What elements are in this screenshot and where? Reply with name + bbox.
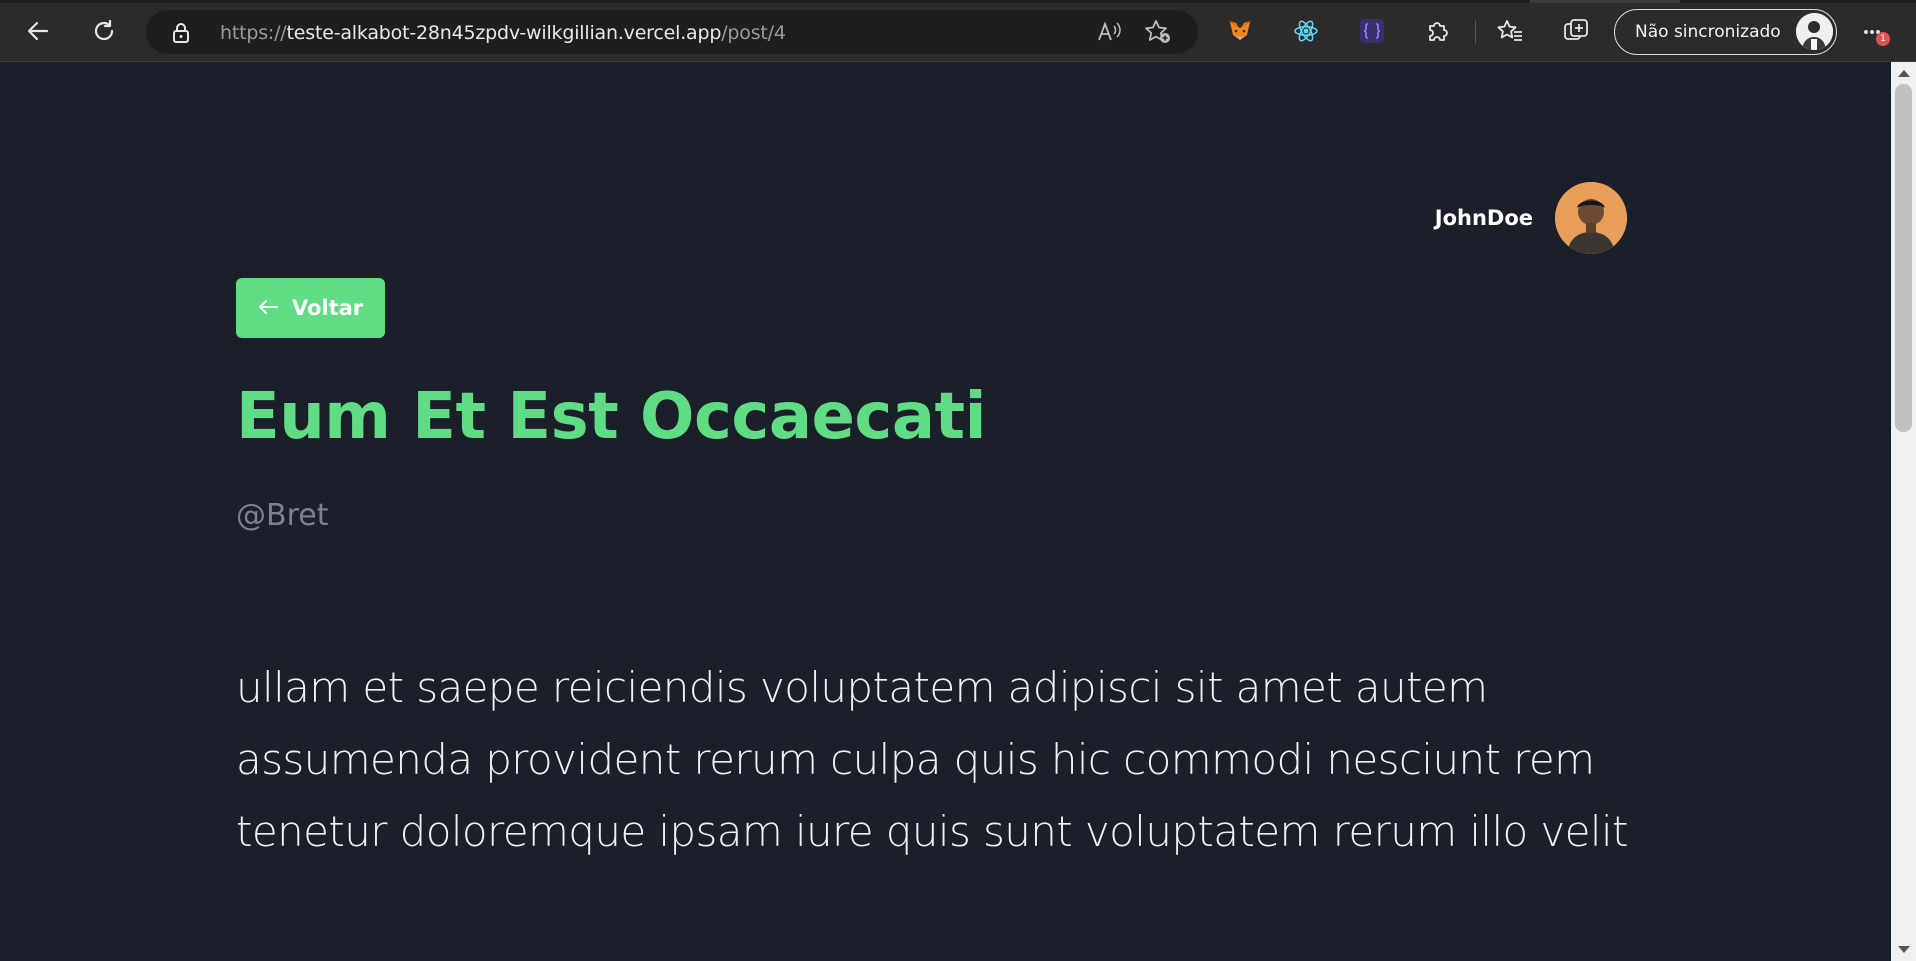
scrollbar-thumb[interactable]: [1895, 84, 1912, 432]
add-favorite-icon[interactable]: [1144, 19, 1172, 49]
post-title: Eum Et Est Occaecati: [236, 380, 987, 454]
react-devtools-extension-icon[interactable]: [1286, 11, 1326, 51]
lock-icon[interactable]: [172, 22, 190, 48]
post-body: ullam et saepe reiciendis voluptatem adi…: [236, 652, 1636, 868]
back-button-label: Voltar: [291, 296, 364, 320]
metamask-extension-icon[interactable]: [1220, 11, 1260, 51]
read-aloud-icon[interactable]: [1096, 20, 1122, 48]
arrow-left-icon: [258, 296, 278, 320]
url-scheme: https://: [220, 22, 287, 44]
toolbar-divider: [1475, 20, 1476, 44]
post-body-line: ullam et saepe reiciendis voluptatem adi…: [236, 663, 1488, 712]
refresh-icon[interactable]: [84, 11, 124, 51]
favorites-icon[interactable]: [1490, 11, 1530, 51]
profile-sync-button[interactable]: Não sincronizado: [1614, 9, 1837, 55]
address-bar[interactable]: https://teste-alkabot-28n45zpdv-wilkgill…: [146, 10, 1198, 54]
extensions-icon[interactable]: [1418, 11, 1458, 51]
back-arrow-icon[interactable]: [18, 11, 58, 51]
json-extension-icon[interactable]: [1352, 11, 1392, 51]
user-header: JohnDoe: [1435, 182, 1627, 254]
post-body-line: assumenda provident rerum culpa quis hic…: [236, 735, 1595, 784]
profile-avatar: [1796, 13, 1833, 50]
post-author: @Bret: [236, 498, 329, 533]
vertical-scrollbar[interactable]: [1891, 62, 1916, 961]
url-path: /post/4: [721, 22, 786, 44]
more-dot: [1870, 30, 1874, 34]
tab-strip: [0, 0, 1916, 3]
sync-status-label: Não sincronizado: [1635, 22, 1781, 42]
username: JohnDoe: [1434, 206, 1533, 230]
browser-toolbar: https://teste-alkabot-28n45zpdv-wilkgill…: [0, 0, 1916, 62]
collections-icon[interactable]: [1556, 11, 1596, 51]
user-avatar[interactable]: [1555, 182, 1627, 254]
page-content: JohnDoe Voltar Eum Et Est Occaecati @Bre…: [0, 62, 1891, 961]
scroll-down-icon[interactable]: [1898, 946, 1910, 953]
url-host: teste-alkabot-28n45zpdv-wilkgillian.verc…: [286, 22, 722, 44]
post-body-line: tenetur doloremque ipsam iure quis sunt …: [236, 807, 1628, 856]
update-alert-badge: 1: [1876, 32, 1890, 46]
more-dot: [1864, 30, 1868, 34]
back-button[interactable]: Voltar: [236, 278, 385, 338]
scroll-up-icon[interactable]: [1898, 70, 1910, 77]
url-text[interactable]: https://teste-alkabot-28n45zpdv-wilkgill…: [220, 22, 786, 44]
